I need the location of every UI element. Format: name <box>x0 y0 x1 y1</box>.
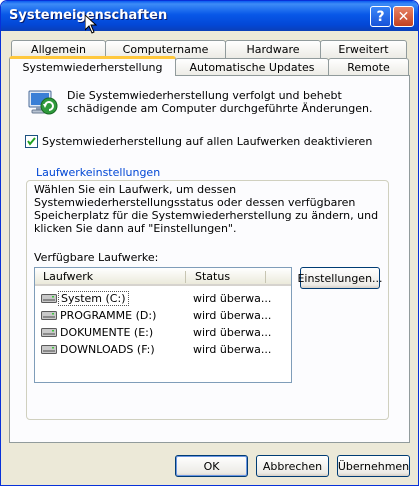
hard-drive-icon <box>41 345 57 354</box>
column-status[interactable]: Status <box>195 270 230 284</box>
hard-drive-icon <box>41 328 57 337</box>
hard-drive-icon <box>41 311 57 320</box>
drive-settings-legend: Laufwerkeinstellungen <box>34 166 163 179</box>
tab-erweitert[interactable]: Erweitert <box>320 40 407 58</box>
tab-panel-systemwiederherstellung: Die Systemwiederherstellung verfolgt und… <box>9 75 410 443</box>
disable-restore-checkbox-row[interactable]: Systemwiederherstellung auf allen Laufwe… <box>25 135 372 148</box>
cancel-button[interactable]: Abbrechen <box>256 455 329 477</box>
drive-status: wird überwa... <box>193 326 272 339</box>
drive-name: DOWNLOADS (F:) <box>60 343 155 356</box>
title-bar[interactable]: Systemeigenschaften ? ✕ <box>1 1 418 34</box>
drive-name: PROGRAMME (D:) <box>60 309 157 322</box>
drive-status: wird überwa... <box>193 343 272 356</box>
tab-automatische-updates[interactable]: Automatische Updates <box>175 58 329 76</box>
table-row[interactable]: PROGRAMME (D:) wird überwa... <box>35 307 291 324</box>
drives-list-header: Laufwerk Status <box>35 268 291 286</box>
table-row[interactable]: System (C:) wird überwa... <box>35 290 291 307</box>
apply-button[interactable]: Übernehmen <box>337 455 410 477</box>
settings-button[interactable]: Einstellungen... <box>297 267 383 289</box>
drives-list[interactable]: Laufwerk Status System (C:) wird überwa.… <box>34 267 292 383</box>
column-laufwerk[interactable]: Laufwerk <box>43 270 93 284</box>
disable-restore-label[interactable]: Systemwiederherstellung auf allen Laufwe… <box>42 135 372 148</box>
column-separator[interactable] <box>185 271 186 283</box>
mouse-cursor-icon <box>85 15 97 34</box>
available-drives-label: Verfügbare Laufwerke: <box>34 251 159 264</box>
intro-text: Die Systemwiederherstellung verfolgt und… <box>67 89 373 115</box>
table-row[interactable]: DOWNLOADS (F:) wird überwa... <box>35 341 291 358</box>
hard-drive-icon <box>41 294 57 303</box>
drive-name: System (C:) <box>58 291 129 306</box>
drive-settings-description: Wählen Sie ein Laufwerk, um dessen Syste… <box>34 183 379 235</box>
drive-status: wird überwa... <box>193 292 272 305</box>
tab-hardware[interactable]: Hardware <box>225 40 321 58</box>
ok-button[interactable]: OK <box>175 455 248 477</box>
help-button[interactable]: ? <box>370 6 391 27</box>
table-row[interactable]: DOKUMENTE (E:) wird überwa... <box>35 324 291 341</box>
tab-systemwiederherstellung[interactable]: Systemwiederherstellung <box>9 56 176 76</box>
checkmark-icon <box>27 137 36 146</box>
system-properties-window: Systemeigenschaften ? ✕ Allgemein Comput… <box>0 0 419 486</box>
disable-restore-checkbox[interactable] <box>25 135 38 148</box>
column-separator[interactable] <box>265 271 266 283</box>
tab-remote[interactable]: Remote <box>328 58 409 76</box>
drive-status: wird überwa... <box>193 309 272 322</box>
close-button[interactable]: ✕ <box>393 6 414 27</box>
system-restore-icon <box>28 90 58 115</box>
drive-name: DOKUMENTE (E:) <box>60 326 154 339</box>
